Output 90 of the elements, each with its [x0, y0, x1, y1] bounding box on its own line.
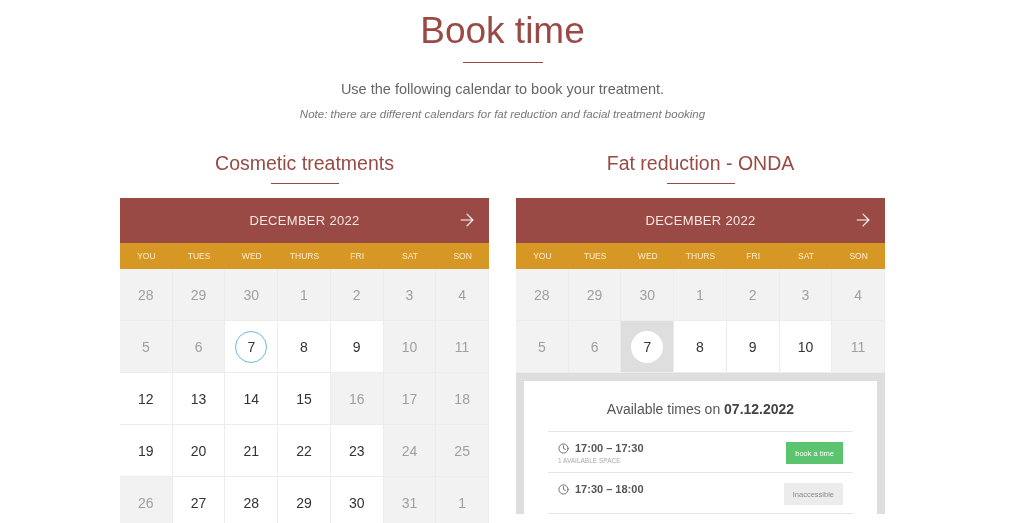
day-number: 30	[242, 285, 261, 305]
day-cell[interactable]: 7	[621, 321, 675, 373]
times-heading: Available times on 07.12.2022	[548, 401, 853, 432]
day-cell[interactable]: 7	[225, 321, 279, 373]
weekday-label: SAT	[400, 250, 419, 263]
day-number: 10	[400, 337, 419, 357]
weekday-label: FRI	[349, 250, 366, 263]
day-cell[interactable]: 20	[172, 425, 226, 477]
day-cell[interactable]: 9	[726, 321, 780, 373]
weekday-label: SON	[452, 250, 473, 263]
day-number: 11	[849, 337, 867, 357]
day-number: 17	[400, 389, 419, 409]
day-number: 24	[400, 441, 419, 461]
day-cell[interactable]: 12	[120, 373, 173, 425]
day-number: 8	[299, 337, 309, 357]
month-label: DECEMBER 2022	[645, 213, 756, 228]
day-number: 18	[453, 389, 471, 409]
day-cell[interactable]: 8	[278, 321, 331, 373]
day-cell[interactable]: 9	[330, 321, 384, 373]
weekday-label: TUES	[186, 250, 212, 263]
day-number: 2	[747, 285, 758, 305]
weekday-label: THURS	[288, 250, 321, 263]
day-number: 29	[295, 493, 313, 513]
day-number: 16	[347, 389, 366, 409]
weekday-label: SAT	[796, 250, 815, 263]
day-number: 28	[137, 285, 155, 305]
day-number: 6	[589, 337, 600, 357]
day-number: 25	[453, 441, 471, 461]
weekday-label: YOU	[532, 250, 553, 263]
day-cell[interactable]: 14	[225, 373, 279, 425]
day-number: 6	[193, 337, 204, 357]
day-number: 12	[137, 389, 155, 409]
calendar-title: Fat reduction - ONDA	[606, 151, 795, 175]
day-cell[interactable]: 15	[278, 373, 331, 425]
day-number: 1	[457, 493, 468, 513]
intro-text: Use the following calendar to book your treatment.	[340, 80, 665, 98]
day-number: 3	[800, 285, 811, 305]
day-number: 5	[536, 337, 547, 357]
weekday-label: FRI	[745, 250, 762, 263]
day-number: 3	[404, 285, 415, 305]
day-cell[interactable]: 21	[225, 425, 279, 477]
weekday-label: YOU	[136, 250, 157, 263]
weekday-label: WED	[240, 250, 263, 263]
day-number: 9	[351, 337, 362, 357]
day-number: 21	[242, 441, 261, 461]
page-title: Book time	[420, 10, 585, 52]
day-number: 27	[189, 493, 208, 513]
weekday-label: THURS	[684, 250, 717, 263]
day-number: 29	[585, 285, 604, 305]
time-range: 17:00 – 17:30	[575, 442, 644, 454]
day-number: 1	[299, 285, 309, 305]
day-cell[interactable]: 22	[278, 425, 331, 477]
clock-icon	[558, 483, 569, 495]
day-cell[interactable]: 8	[674, 321, 727, 373]
day-cell[interactable]: 23	[330, 425, 384, 477]
day-number: 23	[347, 441, 366, 461]
day-number: 28	[242, 493, 261, 513]
day-number: 1	[695, 285, 705, 305]
day-cell[interactable]: 13	[172, 373, 226, 425]
calendar-title: Cosmetic treatments	[215, 151, 394, 175]
day-number: 29	[189, 285, 208, 305]
day-number: 30	[638, 285, 657, 305]
day-cell[interactable]: 10	[779, 321, 833, 373]
month-label: DECEMBER 2022	[249, 213, 360, 228]
day-number: 30	[347, 493, 366, 513]
day-number: 8	[695, 337, 705, 357]
weekday-label: TUES	[582, 250, 608, 263]
day-number: 14	[242, 389, 261, 409]
time-range: 17:30 – 18:00	[575, 483, 644, 495]
day-number: 10	[796, 337, 815, 357]
clock-icon	[558, 442, 569, 454]
day-number: 7	[631, 330, 664, 363]
note-text: Note: there are different calendars for fat reduction and facial treatment booking	[299, 107, 706, 121]
day-cell[interactable]: 19	[120, 425, 173, 477]
day-number: 4	[457, 285, 468, 305]
day-number: 22	[295, 441, 313, 461]
day-number: 2	[351, 285, 362, 305]
day-number: 11	[453, 337, 471, 357]
day-number: 26	[137, 493, 155, 513]
day-number: 20	[189, 441, 208, 461]
day-number: 15	[295, 389, 313, 409]
day-number: 28	[533, 285, 551, 305]
day-number: 5	[140, 337, 151, 357]
day-number: 31	[400, 493, 419, 513]
day-number: 13	[189, 389, 208, 409]
weekday-label: WED	[636, 250, 659, 263]
day-number: 9	[747, 337, 758, 357]
day-number: 4	[853, 285, 864, 305]
day-number: 19	[137, 441, 155, 461]
weekday-label: SON	[848, 250, 869, 263]
